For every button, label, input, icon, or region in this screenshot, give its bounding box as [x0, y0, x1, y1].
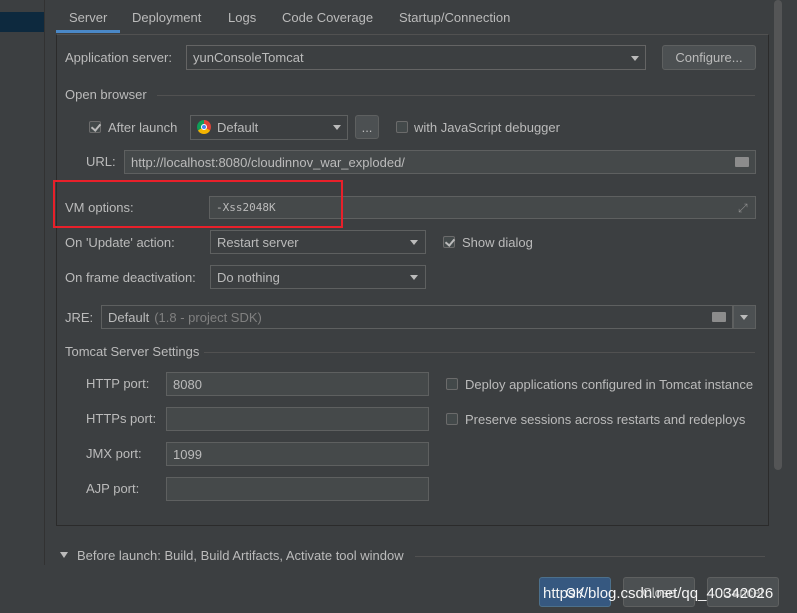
js-debugger-label: with JavaScript debugger — [414, 120, 560, 135]
left-tree-selected-item[interactable] — [0, 12, 44, 32]
url-label: URL: — [86, 154, 116, 169]
before-launch-header[interactable]: Before launch: Build, Build Artifacts, A… — [77, 548, 404, 563]
http-port-value: 8080 — [173, 376, 202, 392]
chevron-down-icon — [333, 125, 341, 130]
jmx-port-label: JMX port: — [86, 446, 142, 461]
app-server-label: Application server: — [65, 50, 172, 65]
update-action-label: On 'Update' action: — [65, 235, 175, 250]
ajp-port-input[interactable] — [166, 477, 429, 501]
tab-server[interactable]: Server — [69, 10, 107, 25]
frame-deactivation-label: On frame deactivation: — [65, 270, 196, 285]
section-divider — [415, 556, 765, 557]
jre-label: JRE: — [65, 310, 94, 325]
http-port-input[interactable]: 8080 — [166, 372, 429, 396]
frame-deactivation-select[interactable]: Do nothing — [210, 265, 426, 289]
section-divider — [204, 352, 755, 353]
preserve-sessions-checkbox[interactable] — [446, 413, 458, 425]
tab-code-coverage[interactable]: Code Coverage — [282, 10, 373, 25]
folder-icon[interactable] — [712, 312, 726, 322]
vertical-scrollbar[interactable] — [774, 0, 782, 470]
after-launch-checkbox[interactable] — [89, 121, 101, 133]
folder-icon[interactable] — [735, 157, 749, 167]
tomcat-section-title: Tomcat Server Settings — [65, 344, 200, 359]
section-divider — [157, 95, 755, 96]
http-port-label: HTTP port: — [86, 376, 150, 391]
https-port-input[interactable] — [166, 407, 429, 431]
chevron-down-icon — [410, 275, 418, 280]
js-debugger-checkbox[interactable] — [396, 121, 408, 133]
open-browser-section-title: Open browser — [65, 87, 147, 102]
left-config-tree — [0, 0, 45, 565]
browser-value: Default — [217, 120, 259, 135]
deploy-apps-checkbox[interactable] — [446, 378, 458, 390]
expand-icon[interactable]: ⤢ — [738, 201, 748, 216]
url-input[interactable]: http://localhost:8080/cloudinnov_war_exp… — [124, 150, 756, 174]
chevron-down-icon — [740, 315, 748, 320]
url-value: http://localhost:8080/cloudinnov_war_exp… — [131, 154, 405, 170]
jmx-port-value: 1099 — [173, 446, 202, 462]
browser-more-button[interactable]: ... — [355, 115, 379, 139]
tab-logs[interactable]: Logs — [228, 10, 256, 25]
https-port-label: HTTPs port: — [86, 411, 157, 426]
collapse-triangle-icon[interactable] — [60, 552, 68, 558]
chevron-down-icon — [410, 240, 418, 245]
jre-select[interactable]: Default (1.8 - project SDK) — [101, 305, 733, 329]
tab-deployment[interactable]: Deployment — [132, 10, 201, 25]
chevron-down-icon — [631, 56, 639, 61]
app-server-value: yunConsoleTomcat — [193, 50, 304, 65]
show-dialog-checkbox[interactable] — [443, 236, 455, 248]
tab-bar: Server Deployment Logs Code Coverage Sta… — [56, 0, 771, 34]
app-server-select[interactable]: yunConsoleTomcat — [186, 45, 646, 70]
tab-startup-connection[interactable]: Startup/Connection — [399, 10, 510, 25]
preserve-sessions-label: Preserve sessions across restarts and re… — [465, 412, 746, 427]
frame-deactivation-value: Do nothing — [217, 269, 280, 285]
deploy-apps-label: Deploy applications configured in Tomcat… — [465, 377, 754, 392]
jmx-port-input[interactable]: 1099 — [166, 442, 429, 466]
browser-select[interactable]: Default — [190, 115, 348, 140]
update-action-value: Restart server — [217, 234, 299, 250]
watermark-text: https://blog.csdn.net/qq_40342026 — [543, 585, 774, 602]
jre-hint: (1.8 - project SDK) — [154, 309, 262, 325]
show-dialog-label: Show dialog — [462, 235, 533, 250]
ajp-port-label: AJP port: — [86, 481, 140, 496]
chrome-icon — [197, 120, 211, 134]
red-highlight-annotation — [53, 180, 343, 228]
active-tab-indicator — [56, 30, 120, 33]
after-launch-label: After launch — [108, 120, 178, 135]
update-action-select[interactable]: Restart server — [210, 230, 426, 254]
jre-value: Default — [108, 309, 150, 325]
configure-button[interactable]: Configure... — [662, 45, 756, 70]
